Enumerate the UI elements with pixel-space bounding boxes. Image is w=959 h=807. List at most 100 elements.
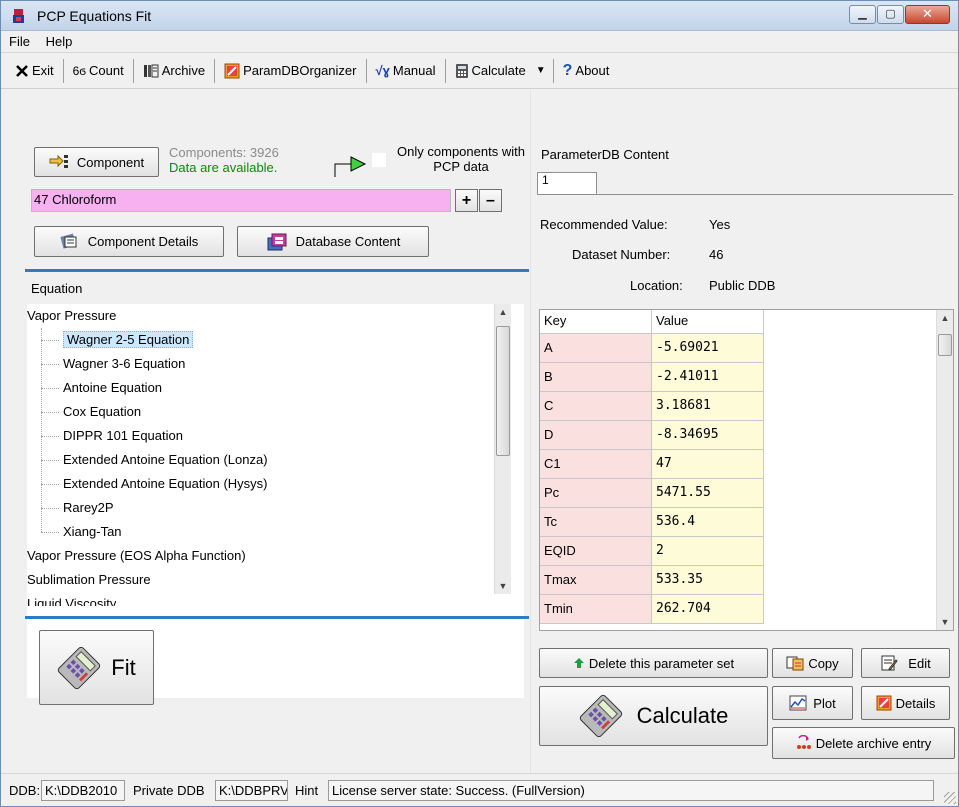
menu-help[interactable]: Help	[40, 32, 79, 51]
table-row[interactable]: A -5.69021	[540, 334, 764, 363]
archive-icon	[143, 63, 159, 79]
key-cell: EQID	[540, 537, 652, 566]
calculate-toolbar-button[interactable]: Calculate	[449, 58, 532, 84]
minimize-button[interactable]: ▁	[849, 5, 876, 24]
tab-1[interactable]: 1	[537, 172, 597, 195]
toolbar-separator	[214, 58, 216, 83]
sqrt-icon: √ɣ	[375, 63, 390, 78]
title-bar[interactable]: PCP Equations Fit ▁ ▢ ✕	[1, 1, 958, 31]
toolbar-separator	[62, 58, 64, 83]
copy-button[interactable]: Copy	[772, 648, 853, 678]
add-component-button[interactable]: +	[455, 189, 478, 212]
private-ddb-path: K:\DDBPRV	[215, 780, 288, 801]
tree-group-liquid-viscosity[interactable]: Liquid Viscosity	[27, 592, 116, 606]
details-icon	[60, 233, 80, 251]
resize-grip-icon[interactable]	[944, 792, 956, 804]
tree-connector	[41, 364, 59, 365]
value-cell[interactable]: 2	[652, 537, 764, 566]
delete-parameter-set-button[interactable]: Delete this parameter set	[539, 648, 768, 678]
manual-button[interactable]: √ɣ Manual	[370, 58, 442, 84]
tab-strip-line	[537, 194, 953, 195]
value-cell[interactable]: -2.41011	[652, 363, 764, 392]
scroll-down-icon[interactable]: ▼	[937, 614, 953, 630]
only-pcp-checkbox[interactable]	[371, 152, 387, 168]
tree-item-cox[interactable]: Cox Equation	[63, 400, 141, 424]
tree-item-extended-antoine-hysys[interactable]: Extended Antoine Equation (Hysys)	[63, 472, 268, 496]
scroll-up-icon[interactable]: ▲	[937, 310, 953, 326]
value-cell[interactable]: 3.18681	[652, 392, 764, 421]
paramdb-organizer-button[interactable]: ParamDBOrganizer	[218, 58, 362, 84]
value-cell[interactable]: -5.69021	[652, 334, 764, 363]
table-row[interactable]: C 3.18681	[540, 392, 764, 421]
status-bar: DDB: K:\DDB2010 Private DDB K:\DDBPRV Hi…	[1, 773, 958, 806]
tree-item-dippr-101[interactable]: DIPPR 101 Equation	[63, 424, 183, 448]
edit-button[interactable]: Edit	[861, 648, 950, 678]
archive-button[interactable]: Archive	[137, 58, 211, 84]
about-button[interactable]: ? About	[557, 58, 616, 84]
table-row[interactable]: D -8.34695	[540, 421, 764, 450]
column-header-value[interactable]: Value	[652, 310, 764, 334]
delete-archive-entry-button[interactable]: Delete archive entry	[772, 727, 955, 759]
value-cell[interactable]: -8.34695	[652, 421, 764, 450]
edit-label: Edit	[908, 655, 931, 671]
menu-file[interactable]: File	[3, 32, 36, 51]
equation-header: Equation	[31, 281, 83, 296]
table-row[interactable]: Pc 5471.55	[540, 479, 764, 508]
count-button[interactable]: 6ϭ Count	[67, 58, 130, 84]
tree-group-sublimation-pressure[interactable]: Sublimation Pressure	[27, 568, 151, 592]
key-cell: C1	[540, 450, 652, 479]
remove-component-button[interactable]: –	[479, 189, 502, 212]
scroll-up-icon[interactable]: ▲	[495, 304, 511, 320]
scroll-thumb[interactable]	[496, 326, 510, 456]
tree-item-rarey2p[interactable]: Rarey2P	[63, 496, 114, 520]
database-content-button[interactable]: Database Content	[237, 226, 429, 257]
maximize-button[interactable]: ▢	[877, 5, 904, 24]
table-row[interactable]: EQID 2	[540, 537, 764, 566]
table-row[interactable]: Tmin 262.704	[540, 595, 764, 624]
arrow-icon	[334, 156, 367, 177]
plot-button[interactable]: Plot	[772, 686, 853, 720]
column-header-key[interactable]: Key	[540, 310, 652, 334]
table-row[interactable]: C1 47	[540, 450, 764, 479]
details-button[interactable]: Details	[861, 686, 950, 720]
x-icon	[15, 64, 29, 78]
value-cell[interactable]: 47	[652, 450, 764, 479]
component-details-button[interactable]: Component Details	[34, 226, 224, 257]
menu-bar: File Help	[1, 31, 958, 53]
count-label: Count	[89, 63, 124, 78]
tree-item-wagner-3-6[interactable]: Wagner 3-6 Equation	[63, 352, 185, 376]
value-cell[interactable]: 5471.55	[652, 479, 764, 508]
selected-component-field[interactable]: 47 Chloroform	[31, 189, 451, 212]
table-row[interactable]: Tmax 533.35	[540, 566, 764, 595]
location-label: Location:	[630, 278, 683, 293]
tree-scrollbar[interactable]: ▲ ▼	[494, 304, 511, 594]
table-row[interactable]: Tc 536.4	[540, 508, 764, 537]
component-button[interactable]: Component	[34, 147, 159, 177]
tree-group-vapor-pressure-eos[interactable]: Vapor Pressure (EOS Alpha Function)	[27, 544, 246, 568]
value-cell[interactable]: 533.35	[652, 566, 764, 595]
edit-icon	[880, 654, 898, 672]
key-cell: A	[540, 334, 652, 363]
count-icon: 6ϭ	[72, 63, 86, 78]
key-cell: Tc	[540, 508, 652, 537]
calculate-dropdown-button[interactable]: ▼	[532, 58, 550, 84]
tree-group-vapor-pressure[interactable]: Vapor Pressure	[27, 304, 116, 328]
parameter-grid: Key Value A -5.69021 B -2.41011 C 3.18681 D…	[539, 309, 954, 631]
tree-item-xiang-tan[interactable]: Xiang-Tan	[63, 520, 122, 544]
delete-parameter-set-label: Delete this parameter set	[588, 655, 735, 671]
section-divider	[25, 616, 529, 619]
tree-item-antoine[interactable]: Antoine Equation	[63, 376, 162, 400]
tree-item-wagner-2-5[interactable]: Wagner 2-5 Equation	[63, 328, 194, 352]
calculate-button[interactable]: Calculate	[539, 686, 768, 746]
exit-button[interactable]: Exit	[9, 58, 60, 84]
grid-scrollbar[interactable]: ▲ ▼	[936, 310, 953, 630]
tree-item-extended-antoine-lonza[interactable]: Extended Antoine Equation (Lonza)	[63, 448, 268, 472]
fit-button[interactable]: Fit	[39, 630, 154, 705]
table-row[interactable]: B -2.41011	[540, 363, 764, 392]
value-cell[interactable]: 536.4	[652, 508, 764, 537]
close-button[interactable]: ✕	[905, 5, 950, 24]
location-value: Public DDB	[709, 278, 776, 293]
value-cell[interactable]: 262.704	[652, 595, 764, 624]
scroll-thumb[interactable]	[938, 334, 952, 356]
scroll-down-icon[interactable]: ▼	[495, 578, 511, 594]
